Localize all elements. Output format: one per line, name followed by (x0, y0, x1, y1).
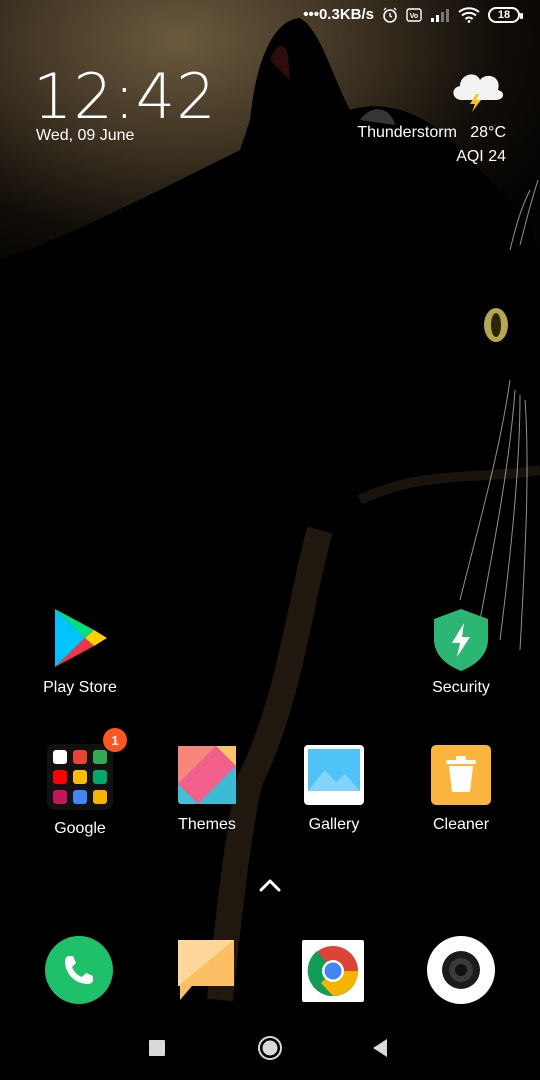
app-security[interactable]: Security (401, 607, 521, 697)
dock-phone[interactable] (45, 936, 113, 1009)
network-speed: •••0.3KB/s (303, 6, 374, 23)
dots-icon: ••• (303, 6, 319, 23)
camera-icon (427, 936, 495, 1004)
battery-icon: 18 (488, 6, 523, 23)
weather-condition: Thunderstorm (357, 124, 457, 141)
clock-date[interactable]: Wed, 09 June (36, 127, 134, 145)
app-label: Themes (178, 816, 236, 833)
alarm-icon (383, 7, 397, 23)
chrome-icon (302, 940, 364, 1002)
svg-text:Vo: Vo (410, 13, 418, 20)
chevron-up-icon[interactable] (258, 877, 282, 893)
signal-icon (431, 8, 449, 22)
home-button[interactable] (257, 1035, 283, 1061)
messages-icon (178, 940, 234, 1000)
app-themes[interactable]: Themes (147, 744, 267, 834)
google-folder-icon: 1 (47, 728, 127, 810)
clock-time[interactable]: 12:42 (33, 60, 217, 133)
back-button[interactable] (371, 1038, 389, 1058)
gallery-icon (303, 744, 365, 806)
app-label: Gallery (308, 816, 360, 833)
cleaner-icon (430, 744, 492, 806)
weather-condition-line: Thunderstorm 28°C (357, 124, 506, 142)
app-label: Security (432, 679, 490, 696)
app-cleaner[interactable]: Cleaner (401, 744, 521, 834)
phone-icon (45, 936, 113, 1004)
weather-aqi: AQI 24 (456, 148, 506, 165)
recent-apps-button[interactable] (149, 1040, 165, 1056)
security-shield-icon (430, 607, 492, 671)
play-store-icon (49, 607, 111, 669)
weather-temperature: 28°C (470, 124, 506, 141)
dock-chrome[interactable] (302, 940, 364, 1007)
app-gallery[interactable]: Gallery (274, 744, 394, 834)
notification-badge: 1 (103, 728, 127, 752)
thunderstorm-icon (453, 74, 504, 112)
dock-messages[interactable] (174, 936, 238, 1009)
app-label: Cleaner (432, 816, 490, 833)
status-bar: •••0.3KB/s Vo 18 (0, 0, 540, 34)
volte-icon: Vo (406, 7, 422, 22)
themes-icon (176, 744, 238, 806)
dock-camera[interactable] (427, 936, 495, 1009)
app-label: Play Store (43, 679, 117, 696)
app-label: Google (54, 820, 106, 837)
wifi-icon (458, 6, 480, 23)
app-google-folder[interactable]: 1 Google (20, 728, 140, 838)
app-play-store[interactable]: Play Store (20, 607, 140, 697)
navigation-bar (0, 1030, 540, 1070)
